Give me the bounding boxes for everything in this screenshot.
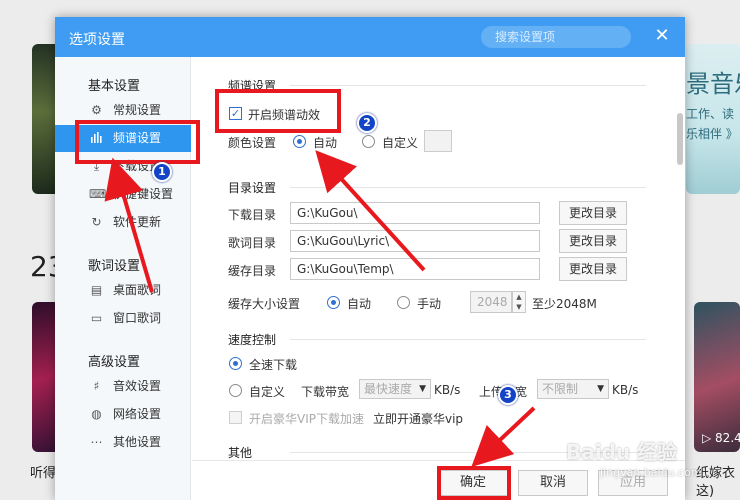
keyboard-icon: ⌨ [89,187,107,201]
baidu-watermark-url: jingyan.baidu.com [600,466,702,479]
step-badge-1: 1 [152,162,172,182]
step-badge-3: 3 [498,385,518,405]
play-count: ▷ 82.4 [702,431,740,445]
color-swatch[interactable] [424,130,452,152]
upload-unit: KB/s [612,383,639,397]
download-unit: KB/s [434,383,461,397]
download-dir-input[interactable]: G:\KuGou\ [290,202,540,224]
update-icon: ↻ [91,215,102,229]
window-lyric-icon: ▭ [90,311,103,325]
cache-manual-label[interactable]: 手动 [417,295,441,312]
upload-bandwidth-select[interactable]: 不限制 ▼ [537,379,609,399]
cancel-button[interactable]: 取消 [518,470,588,496]
cache-manual-radio[interactable] [397,296,410,309]
vip-accel-label[interactable]: 开启豪华VIP下载加速 [249,410,364,427]
full-speed-radio[interactable] [229,357,242,370]
color-auto-radio[interactable] [293,135,306,148]
change-cache-dir-button[interactable]: 更改目录 [559,257,627,281]
options-dialog: 选项设置 搜索设置项 ✕ 基本设置 ⚙ 常规设置 频谱设置 ⤓ 下载设置 ⌨ 快… [55,17,685,500]
section-divider [290,187,646,188]
download-bandwidth-select[interactable]: 最快速度 ▼ [359,379,431,399]
cache-size-stepper[interactable]: ▲ ▼ [512,291,526,313]
gear-icon: ⚙ [91,103,102,117]
sidebar-item-network[interactable]: ◍ 网络设置 [55,401,191,428]
lyric-dir-label: 歌词目录 [228,236,277,250]
highlight-box-enable-checkbox [215,89,341,133]
network-icon: ◍ [91,407,102,421]
sidebar-group-lyrics: 歌词设置 [88,259,141,274]
highlight-box-spectrum-menu [75,120,200,164]
sidebar-item-audio-effects[interactable]: ♯ 音效设置 [55,373,191,400]
vip-open-link[interactable]: 立即开通豪华vip [373,410,463,427]
upload-bandwidth-value: 不限制 [542,382,579,396]
sidebar-group-advanced: 高级设置 [88,355,141,370]
download-dir-label: 下载目录 [228,208,277,222]
lyric-dir-input[interactable]: G:\KuGou\Lyric\ [290,230,540,252]
dialog-title: 选项设置 [69,32,125,48]
custom-speed-radio[interactable] [229,384,242,397]
cache-size-label: 缓存大小设置 [228,297,301,311]
change-download-dir-button[interactable]: 更改目录 [559,201,627,225]
color-custom-label[interactable]: 自定义 [382,134,418,151]
section-divider [290,85,646,86]
banner-subtext-line1: 工作、读 [686,107,735,121]
change-lyric-dir-button[interactable]: 更改目录 [559,229,627,253]
color-auto-label[interactable]: 自动 [313,134,337,151]
desktop-lyric-icon: ▤ [90,283,103,297]
dialog-titlebar[interactable]: 选项设置 搜索设置项 ✕ [55,17,685,57]
more-icon: ⋯ [90,435,103,449]
playlist-title-left[interactable]: 听得 [30,462,56,481]
vip-accel-checkbox[interactable] [229,411,242,424]
sidebar-item-label: 桌面歌词 [113,283,162,297]
baidu-watermark: Baidu 经验 [566,440,678,464]
highlight-box-ok-button [437,466,511,500]
settings-search-input[interactable]: 搜索设置项 [481,26,631,48]
section-title-directory: 目录设置 [228,181,277,195]
equalizer-icon: ♯ [93,379,100,393]
sidebar-item-label: 软件更新 [113,215,162,229]
cache-size-hint: 至少2048M [532,297,597,311]
section-title-other: 其他 [228,446,253,460]
color-setting-label: 颜色设置 [228,136,277,150]
sidebar-item-other[interactable]: ⋯ 其他设置 [55,429,191,456]
section-title-speed: 速度控制 [228,333,277,347]
sidebar-item-label: 常规设置 [113,103,162,117]
sidebar-item-label: 快捷键设置 [113,187,174,201]
cache-dir-input[interactable]: G:\KuGou\Temp\ [290,258,540,280]
sidebar-item-hotkeys[interactable]: ⌨ 快捷键设置 [55,181,191,208]
cache-size-input[interactable]: 2048 [470,291,512,313]
sidebar-item-update[interactable]: ↻ 软件更新 [55,209,191,236]
sidebar-item-window-lyrics[interactable]: ▭ 窗口歌词 [55,305,191,332]
full-speed-label[interactable]: 全速下载 [249,356,297,373]
content-scrollbar[interactable] [677,113,683,165]
sidebar-item-desktop-lyrics[interactable]: ▤ 桌面歌词 [55,277,191,304]
sidebar-item-label: 窗口歌词 [113,311,162,325]
cache-auto-label[interactable]: 自动 [347,295,371,312]
cache-auto-radio[interactable] [327,296,340,309]
sidebar-item-label: 音效设置 [113,379,162,393]
sidebar-item-label: 网络设置 [113,407,162,421]
custom-speed-label[interactable]: 自定义 [249,383,285,400]
chevron-down-icon: ▼ [419,384,426,394]
download-bandwidth-label: 下载带宽 [301,385,350,399]
close-icon[interactable]: ✕ [653,27,671,45]
section-divider [290,339,646,340]
banner-subtext-line2: 乐相伴 》 [686,127,738,141]
banner-heading: 景音乐 [686,70,740,98]
step-badge-2: 2 [357,113,377,133]
playlist-title-right-2: 这) [696,484,715,499]
download-bandwidth-value: 最快速度 [364,382,413,396]
album-cover-4[interactable] [694,302,740,452]
chevron-down-icon: ▼ [597,384,604,394]
cache-dir-label: 缓存目录 [228,264,277,278]
sidebar-item-label: 其他设置 [113,435,162,449]
banner-subtext: 工作、读 乐相伴 》 [686,104,738,144]
color-custom-radio[interactable] [362,135,375,148]
sidebar-group-basic: 基本设置 [88,79,141,94]
